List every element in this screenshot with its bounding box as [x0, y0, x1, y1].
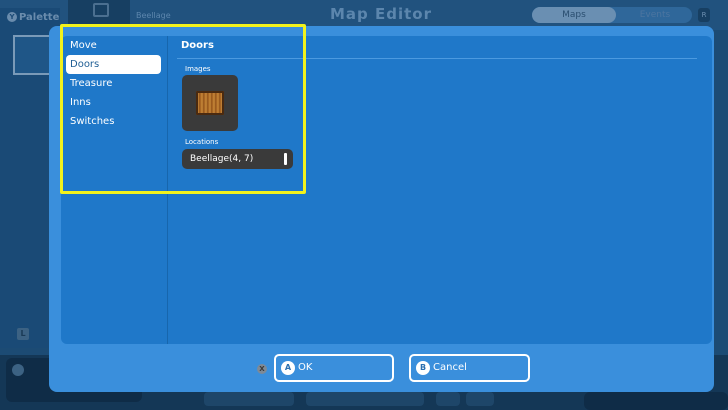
- right-toolbar-button[interactable]: [584, 392, 728, 410]
- palette-label: Y Palette: [7, 12, 59, 23]
- cancel-button[interactable]: B Cancel: [409, 354, 530, 382]
- toolbar-strip: [466, 392, 494, 406]
- minus-icon: [12, 364, 24, 376]
- a-button-icon: A: [281, 361, 295, 375]
- focus-highlight: [60, 24, 306, 194]
- toolbar-strip: [204, 392, 294, 406]
- cancel-label: Cancel: [433, 362, 467, 373]
- map-name: Beellage: [136, 11, 171, 20]
- ok-label: OK: [298, 362, 313, 373]
- r-button-badge: R: [698, 8, 710, 22]
- toolbar-strip: [306, 392, 424, 406]
- tab-maps[interactable]: Maps: [532, 7, 616, 23]
- ok-button[interactable]: A OK: [274, 354, 394, 382]
- x-button-badge: X: [257, 364, 267, 374]
- editor-title: Map Editor: [330, 5, 433, 23]
- l-button-badge: L: [17, 328, 29, 340]
- b-button-icon: B: [416, 361, 430, 375]
- palette-tile[interactable]: [13, 35, 53, 75]
- palette-label-text: Palette: [19, 12, 60, 23]
- tab-events[interactable]: Events: [618, 7, 692, 23]
- y-button-badge: Y: [7, 12, 17, 22]
- toolbar-strip: [436, 392, 460, 406]
